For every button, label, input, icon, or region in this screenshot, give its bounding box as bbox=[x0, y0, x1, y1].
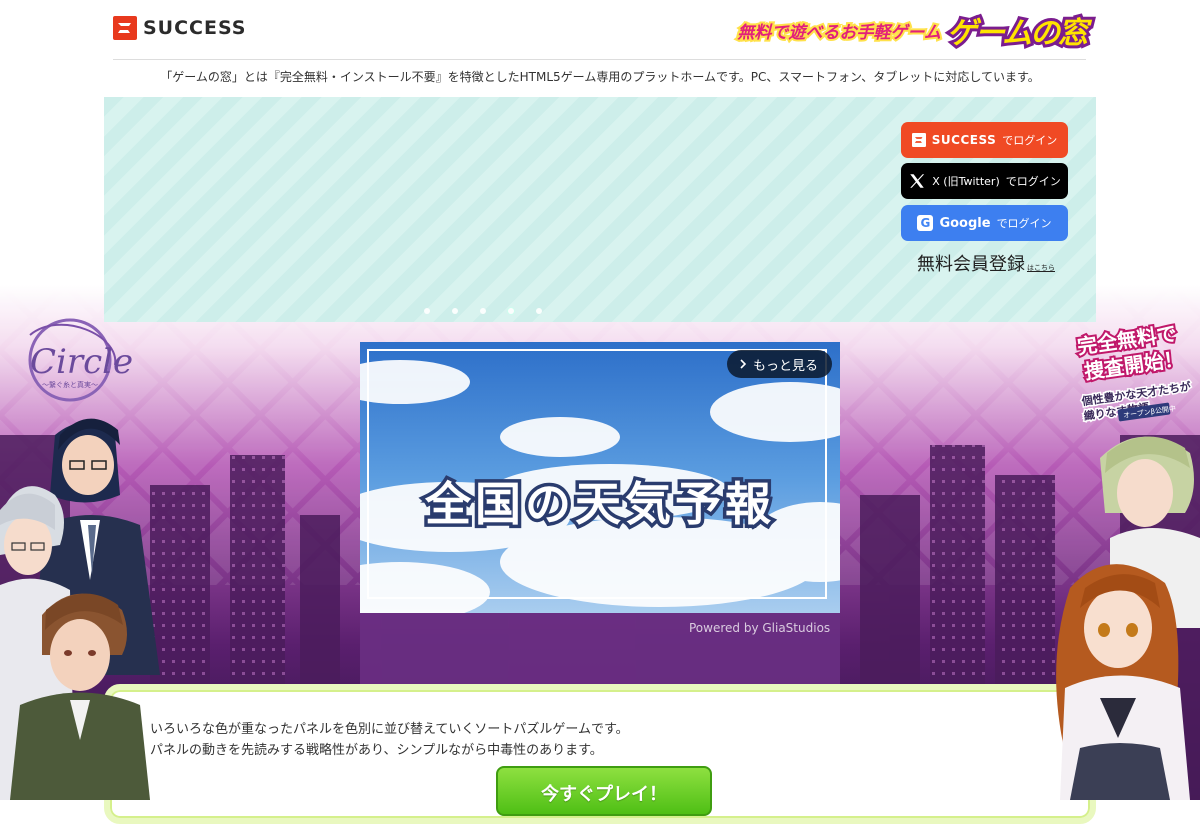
game-description-panel: いろいろな色が重なったパネルを色別に並び替えていくソートパズルゲームです。 パネ… bbox=[104, 684, 1096, 824]
success-login-button[interactable]: SUCCESS でログイン bbox=[901, 122, 1068, 158]
google-brand-label: Google bbox=[939, 215, 991, 231]
site-header: SUCCESS 無料で遊べるお手軽ゲーム ゲームの窓 bbox=[113, 0, 1091, 60]
x-login-suffix: でログイン bbox=[1005, 175, 1061, 188]
brand-name: ゲームの窓 bbox=[944, 13, 1091, 54]
video-player[interactable]: もっと見る 全国の天気予報 bbox=[360, 342, 840, 613]
description-line: いろいろな色が重なったパネルを色別に並び替えていくソートパズルゲームです。 bbox=[150, 722, 629, 737]
site-tagline: 「ゲームの窓」とは『完全無料・インストール不要』を特徴としたHTML5ゲーム専用… bbox=[160, 70, 1040, 84]
carousel-dot[interactable] bbox=[424, 308, 430, 314]
play-now-button[interactable]: 今すぐプレイ！ bbox=[496, 766, 712, 816]
register-label: 無料会員登録 bbox=[917, 254, 1025, 275]
register-link[interactable]: 無料会員登録 はこちら bbox=[917, 250, 1055, 276]
success-brand-label: SUCCESS bbox=[931, 133, 997, 147]
x-brand-label: X (旧Twitter) bbox=[932, 175, 1000, 188]
video-title: 全国の天気予報 bbox=[422, 474, 775, 535]
x-logo-icon bbox=[910, 174, 925, 188]
more-label: もっと見る bbox=[752, 358, 818, 374]
carousel-dots bbox=[424, 308, 542, 314]
google-login-suffix: でログイン bbox=[996, 217, 1052, 230]
circle-ad-title: Circle bbox=[30, 342, 133, 382]
circle-game-ad[interactable]: Circle ～繋ぐ糸と真実～ bbox=[0, 315, 200, 800]
carousel-dot[interactable] bbox=[536, 308, 542, 314]
x-login-button[interactable]: X (旧Twitter) でログイン bbox=[901, 163, 1068, 199]
google-g-icon: G bbox=[917, 215, 934, 231]
success-logo-icon bbox=[911, 133, 926, 147]
success-logo[interactable]: SUCCESS bbox=[113, 16, 247, 40]
carousel-dot[interactable] bbox=[480, 308, 486, 314]
circle-ad-subtitle: ～繋ぐ糸と真実～ bbox=[42, 380, 98, 389]
carousel-dot[interactable] bbox=[452, 308, 458, 314]
hero-banner: SUCCESS でログイン X (旧Twitter) でログイン G Googl… bbox=[104, 97, 1096, 322]
game-no-mado-logo[interactable]: 無料で遊べるお手軽ゲーム ゲームの窓 bbox=[735, 8, 1091, 54]
description-line: パネルの動きを先読みする戦略性があり、シンプルながら中毒性のあります。 bbox=[150, 743, 603, 758]
success-logo-icon bbox=[113, 16, 137, 40]
logo-text: SUCCESS bbox=[143, 17, 247, 39]
brand-tagline: 無料で遊べるお手軽ゲーム bbox=[735, 21, 942, 45]
google-login-button[interactable]: G Google でログイン bbox=[901, 205, 1068, 241]
detective-game-ad[interactable]: 完全無料で 捜査開始！ 個性豊かな天才たちが 織りなす物語 オープンβ公開中 bbox=[1040, 318, 1200, 800]
more-button[interactable]: もっと見る bbox=[726, 350, 832, 378]
register-note: はこちら bbox=[1027, 264, 1055, 272]
chevron-right-icon bbox=[740, 359, 747, 369]
carousel-dot-active[interactable] bbox=[508, 308, 514, 314]
success-login-suffix: でログイン bbox=[1002, 134, 1058, 147]
powered-by-label[interactable]: Powered by GliaStudios bbox=[689, 621, 830, 635]
